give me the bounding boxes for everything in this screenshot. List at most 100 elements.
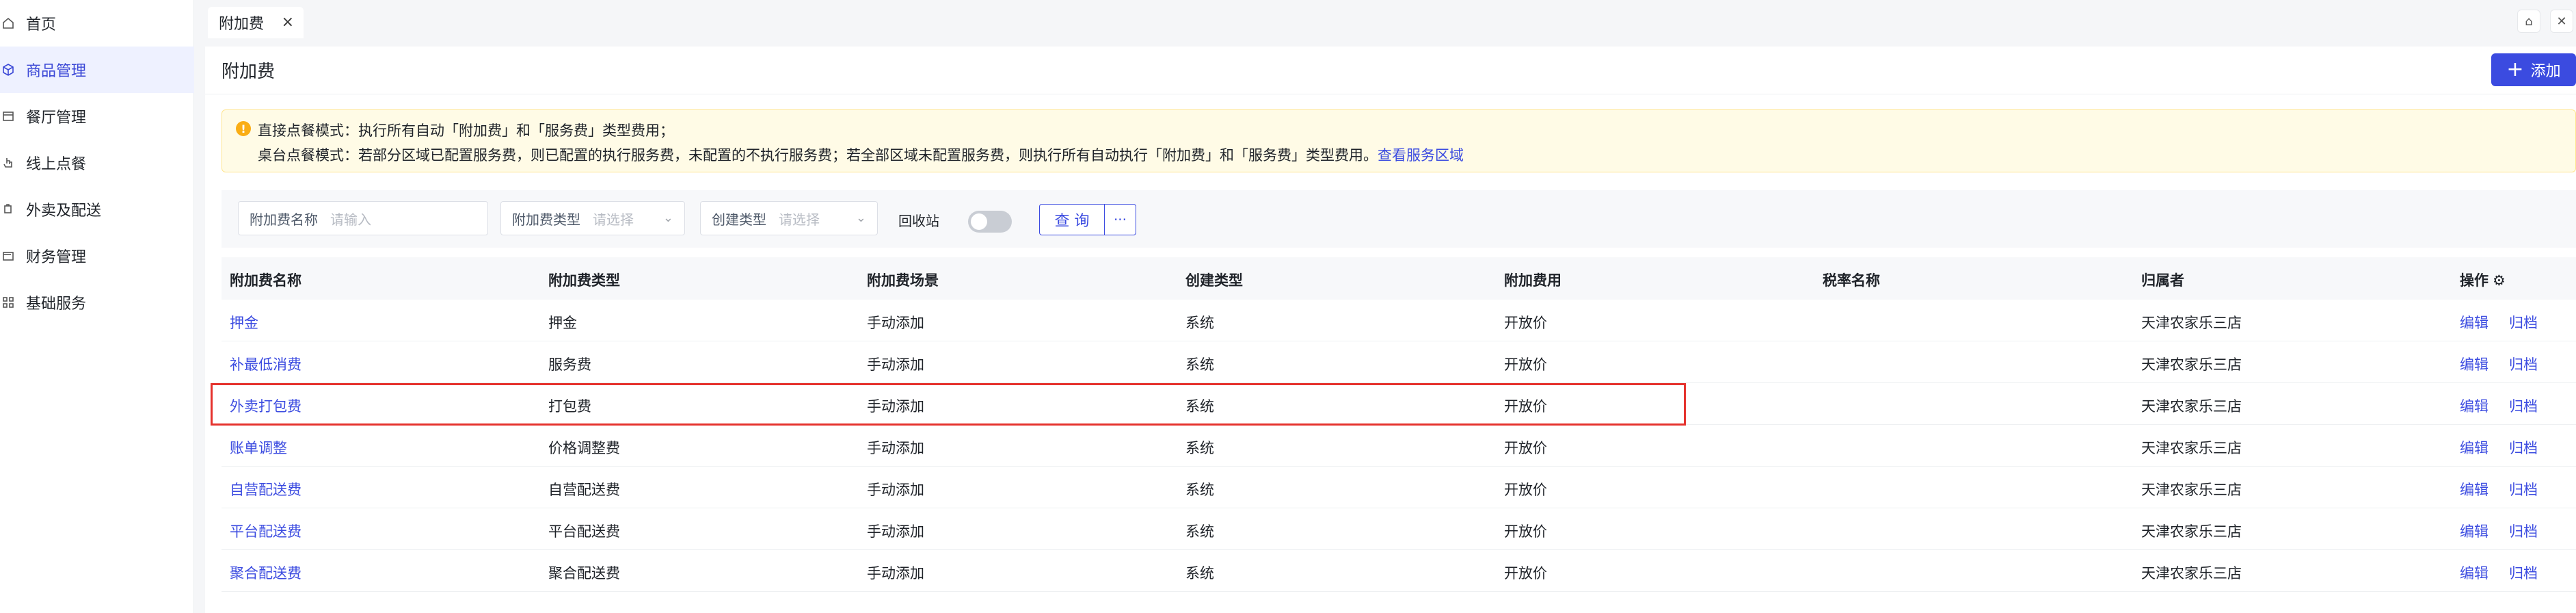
column-header: 创建类型	[1185, 272, 1243, 289]
table-row: 平台配送费 平台配送费 手动添加 系统 开放价 天津农家乐三店 编辑 归档	[222, 508, 2576, 550]
table-row: 外卖打包费 打包费 手动添加 系统 开放价 天津农家乐三店 编辑 归档	[222, 383, 2576, 425]
cell-create: 系统	[1185, 398, 1214, 415]
tab-label: 附加费	[219, 16, 265, 33]
cell-owner: 天津农家乐三店	[2141, 440, 2242, 456]
cell-type: 打包费	[548, 398, 591, 415]
cell-scene: 手动添加	[867, 398, 924, 415]
store-icon	[0, 108, 16, 125]
add-button[interactable]: + 添加	[2491, 53, 2576, 86]
edit-button[interactable]: 编辑	[2460, 354, 2488, 374]
home-icon	[0, 15, 16, 31]
notice-line-table-text: 桌台点餐模式：若部分区域已配置服务费，则已配置的执行服务费，未配置的不执行服务费…	[258, 147, 1378, 164]
sidebar-item-restaurant[interactable]: 餐厅管理	[0, 93, 194, 140]
query-button[interactable]: 查 询	[1039, 204, 1105, 235]
cell-fee: 开放价	[1504, 565, 1547, 582]
archive-button[interactable]: 归档	[2509, 521, 2538, 541]
archive-button[interactable]: 归档	[2509, 437, 2538, 458]
surcharge-name-link[interactable]: 押金	[230, 312, 258, 332]
surcharge-name-input[interactable]: 请输入	[318, 209, 371, 229]
sidebar-item-label: 餐厅管理	[26, 109, 87, 127]
table-header: 附加费名称 附加费类型 附加费场景 创建类型 附加费用 税率名称 归属者 操作 ⚙	[222, 257, 2576, 300]
cell-create: 系统	[1185, 315, 1214, 331]
gear-icon[interactable]: ⚙	[2493, 272, 2506, 289]
column-header: 附加费场景	[867, 272, 939, 289]
sidebar: 首页 商品管理 餐厅管理 线上点餐 外卖及配送 财务管理 基础服务	[0, 0, 194, 613]
tab-surcharge[interactable]: 附加费 ×	[208, 7, 304, 38]
page-header: 附加费 + 添加	[205, 47, 2576, 94]
create-type-label: 创建类型	[712, 211, 766, 228]
surcharge-name-link[interactable]: 补最低消费	[230, 354, 301, 374]
cell-fee: 开放价	[1504, 398, 1547, 415]
table-row: 补最低消费 服务费 手动添加 系统 开放价 天津农家乐三店 编辑 归档	[222, 341, 2576, 383]
cell-fee: 开放价	[1504, 440, 1547, 456]
top-right-tools: ⌂ ✕	[2517, 10, 2573, 33]
column-header: 税率名称	[1823, 272, 1880, 289]
edit-button[interactable]: 编辑	[2460, 437, 2488, 458]
more-options-button[interactable]: ···	[1105, 204, 1136, 235]
sidebar-item-label: 商品管理	[26, 63, 87, 80]
sidebar-item-home[interactable]: 首页	[0, 0, 194, 47]
surcharge-name-label: 附加费名称	[250, 211, 318, 228]
delivery-icon	[0, 201, 16, 218]
sidebar-item-finance[interactable]: 财务管理	[0, 233, 194, 279]
recycle-bin-label: 回收站	[898, 213, 939, 229]
cell-create: 系统	[1185, 356, 1214, 373]
edit-button[interactable]: 编辑	[2460, 395, 2488, 416]
sidebar-item-products[interactable]: 商品管理	[0, 47, 194, 93]
cell-scene: 手动添加	[867, 523, 924, 540]
archive-button[interactable]: 归档	[2509, 479, 2538, 499]
grid-icon	[0, 294, 16, 311]
surcharge-name-link[interactable]: 自营配送费	[230, 479, 301, 499]
page-title: 附加费	[222, 62, 276, 82]
sidebar-item-online-order[interactable]: 线上点餐	[0, 140, 194, 186]
cell-owner: 天津农家乐三店	[2141, 356, 2242, 373]
surcharge-name-link[interactable]: 聚合配送费	[230, 562, 301, 583]
sidebar-item-basic-service[interactable]: 基础服务	[0, 279, 194, 326]
cell-owner: 天津农家乐三店	[2141, 565, 2242, 582]
chevron-down-icon: ⌄	[855, 211, 866, 225]
home-shortcut-icon[interactable]: ⌂	[2517, 10, 2540, 33]
sidebar-item-label: 财务管理	[26, 249, 87, 266]
cell-owner: 天津农家乐三店	[2141, 398, 2242, 415]
warning-icon: !	[236, 121, 251, 136]
table-row: 押金 押金 手动添加 系统 开放价 天津农家乐三店 编辑 归档	[222, 300, 2576, 341]
cell-type: 平台配送费	[548, 523, 620, 540]
create-type-placeholder: 请选择	[779, 211, 820, 228]
surcharge-name-filter[interactable]: 附加费名称 请输入	[238, 201, 488, 235]
surcharge-type-select[interactable]: 附加费类型 请选择 ⌄	[500, 201, 685, 235]
archive-button[interactable]: 归档	[2509, 562, 2538, 583]
notice-banner: ! 直接点餐模式：执行所有自动「附加费」和「服务费」类型费用； 桌台点餐模式：若…	[222, 109, 2576, 172]
table-row: 自营配送费 自营配送费 手动添加 系统 开放价 天津农家乐三店 编辑 归档	[222, 467, 2576, 508]
sidebar-item-delivery[interactable]: 外卖及配送	[0, 186, 194, 233]
surcharge-name-link[interactable]: 平台配送费	[230, 521, 301, 541]
archive-button[interactable]: 归档	[2509, 354, 2538, 374]
edit-button[interactable]: 编辑	[2460, 479, 2488, 499]
surcharge-name-link[interactable]: 账单调整	[230, 437, 287, 458]
cell-owner: 天津农家乐三店	[2141, 482, 2242, 498]
surcharge-name-link[interactable]: 外卖打包费	[230, 395, 301, 416]
cell-type: 押金	[548, 315, 577, 331]
cell-type: 自营配送费	[548, 482, 620, 498]
archive-button[interactable]: 归档	[2509, 312, 2538, 332]
edit-button[interactable]: 编辑	[2460, 312, 2488, 332]
recycle-bin-toggle[interactable]	[968, 211, 1012, 233]
close-all-icon[interactable]: ✕	[2550, 10, 2573, 33]
sidebar-item-label: 基础服务	[26, 296, 87, 313]
cell-scene: 手动添加	[867, 565, 924, 582]
cell-scene: 手动添加	[867, 440, 924, 456]
cell-scene: 手动添加	[867, 482, 924, 498]
column-header: 附加费用	[1504, 272, 1561, 289]
table-row: 聚合配送费 聚合配送费 手动添加 系统 开放价 天津农家乐三店 编辑 归档	[222, 550, 2576, 592]
chevron-down-icon: ⌄	[662, 211, 673, 225]
cell-owner: 天津农家乐三店	[2141, 523, 2242, 540]
notice-line-direct: 直接点餐模式：执行所有自动「附加费」和「服务费」类型费用；	[258, 122, 674, 139]
cell-fee: 开放价	[1504, 523, 1547, 540]
archive-button[interactable]: 归档	[2509, 395, 2538, 416]
tab-close-icon[interactable]: ×	[282, 14, 294, 31]
view-service-area-link[interactable]: 查看服务区域	[1378, 147, 1464, 164]
create-type-select[interactable]: 创建类型 请选择 ⌄	[700, 201, 878, 235]
plus-icon: +	[2506, 57, 2524, 81]
edit-button[interactable]: 编辑	[2460, 562, 2488, 583]
wallet-icon	[0, 248, 16, 264]
edit-button[interactable]: 编辑	[2460, 521, 2488, 541]
